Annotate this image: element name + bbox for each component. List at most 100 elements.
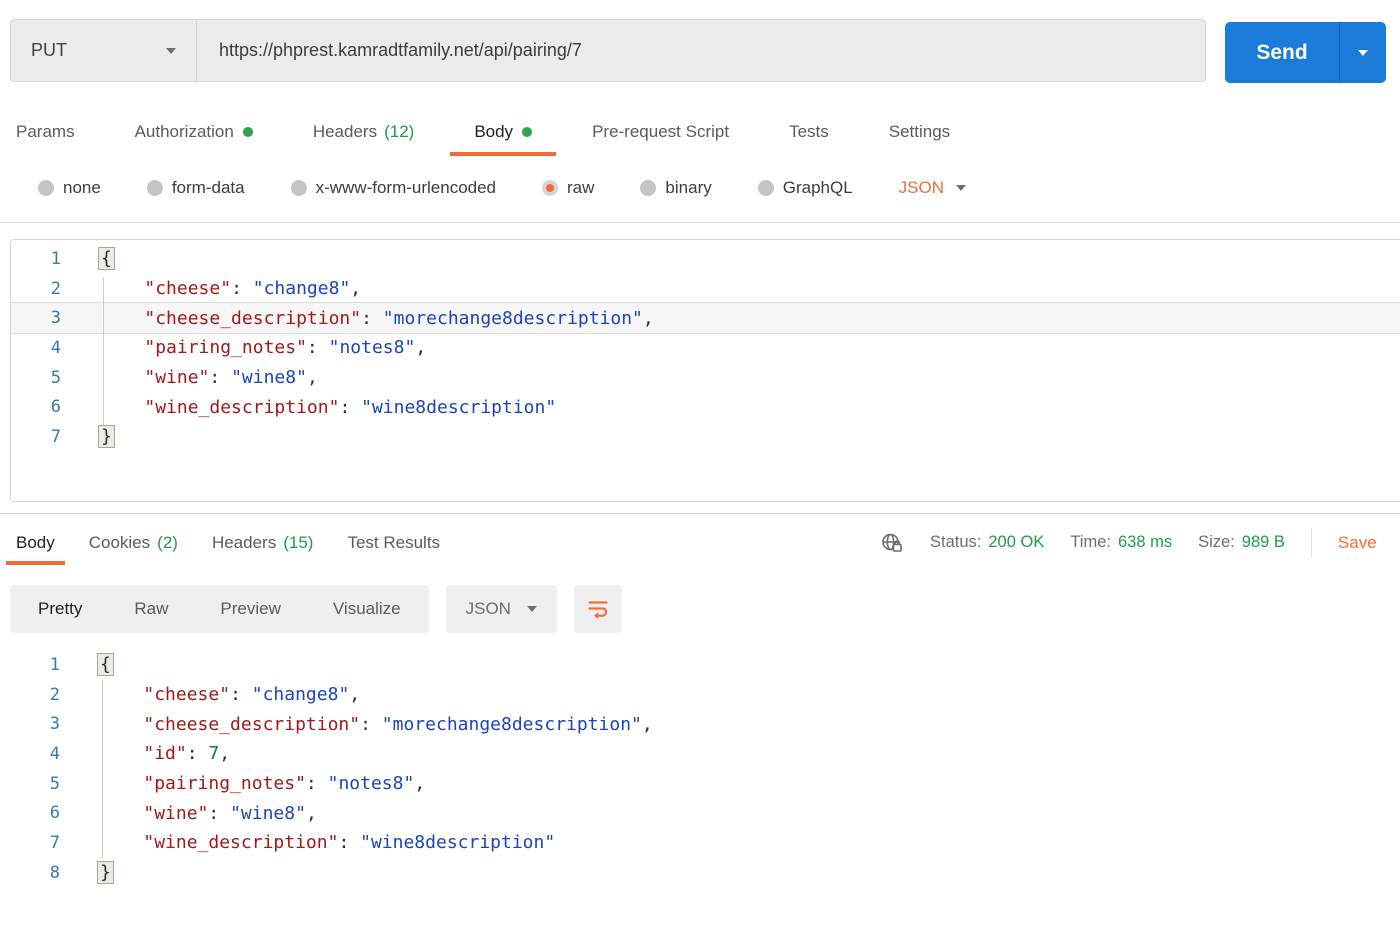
line-number: 7: [50, 426, 61, 447]
response-tabs: Body Cookies (2) Headers (15) Test Results: [6, 520, 450, 565]
code-text: "pairing_notes": "notes8",: [144, 337, 427, 359]
line-number: 2: [50, 278, 61, 299]
tab-body[interactable]: Body: [450, 108, 556, 156]
status-indicator: Status: 200 OK: [930, 533, 1044, 552]
tab-label: Settings: [888, 122, 951, 141]
size-label: Size:: [1198, 533, 1235, 551]
tab-pre-request-script[interactable]: Pre-request Script: [568, 108, 753, 156]
line-number: 8: [49, 862, 60, 883]
tab-label: Headers: [312, 122, 378, 141]
view-preview[interactable]: Preview: [194, 585, 306, 633]
status-label: Status:: [930, 533, 982, 551]
body-type-raw[interactable]: raw: [542, 178, 594, 198]
code-line: 3 "cheese_description": "morechange8desc…: [10, 709, 1400, 739]
section-divider: [0, 513, 1400, 514]
radio-label: x-www-form-urlencoded: [315, 178, 497, 197]
line-number: 4: [49, 743, 60, 764]
tab-label: Headers: [211, 532, 277, 552]
code-text: }: [98, 425, 115, 449]
green-dot-icon: [242, 127, 253, 137]
green-dot-icon: [522, 127, 533, 137]
code-text: "cheese": "change8",: [144, 278, 362, 300]
response-format-label: JSON: [465, 599, 511, 618]
code-text: "cheese_description": "morechange8descri…: [144, 307, 654, 329]
response-body-viewer[interactable]: 1{2 "cheese": "change8", 3 "cheese_descri…: [10, 650, 1400, 888]
view-raw[interactable]: Raw: [108, 585, 194, 633]
tab-label: Body: [474, 122, 514, 141]
code-line: 3 "cheese_description": "morechange8desc…: [11, 303, 1400, 334]
response-tab-headers[interactable]: Headers (15): [202, 520, 324, 565]
tab-settings[interactable]: Settings: [865, 108, 974, 156]
send-button[interactable]: Send: [1225, 22, 1386, 83]
line-number: 1: [49, 654, 60, 675]
code-line: 7}: [11, 422, 1400, 452]
tab-tests[interactable]: Tests: [765, 108, 853, 156]
radio-label: none: [63, 178, 101, 197]
tab-authorization[interactable]: Authorization: [111, 108, 277, 156]
tab-count: (15): [283, 532, 314, 552]
body-type-form-data[interactable]: form-data: [146, 178, 245, 198]
line-number: 2: [49, 684, 60, 705]
globe-lock-icon[interactable]: [880, 531, 904, 555]
body-type-none[interactable]: none: [38, 178, 101, 198]
code-text: "wine_description": "wine8description": [143, 832, 556, 854]
response-tab-cookies[interactable]: Cookies (2): [79, 520, 188, 565]
code-text: "cheese": "change8",: [143, 684, 361, 706]
code-line: 8}: [10, 858, 1400, 888]
method-select[interactable]: PUT: [11, 20, 197, 81]
response-tab-body[interactable]: Body: [6, 520, 65, 565]
radio-icon: [290, 180, 307, 196]
wrap-lines-button[interactable]: [573, 585, 622, 633]
code-text: "wine": "wine8",: [144, 367, 318, 389]
code-line: 5 "pairing_notes": "notes8",: [10, 769, 1400, 799]
code-text: }: [97, 861, 114, 885]
tab-count: (2): [157, 532, 178, 552]
radio-icon: [146, 180, 163, 196]
view-visualize[interactable]: Visualize: [307, 585, 427, 633]
request-body-editor[interactable]: 1 {2 "cheese": "change8", 3 "cheese_descri…: [10, 239, 1400, 502]
body-format-select[interactable]: JSON: [899, 178, 967, 198]
save-response-button[interactable]: Save: [1338, 533, 1377, 553]
divider: [1310, 527, 1312, 558]
line-number: 3: [49, 714, 60, 735]
code-line: 4 "id": 7,: [10, 739, 1400, 769]
chevron-down-icon: [166, 47, 176, 54]
line-number: 6: [50, 397, 61, 418]
time-value: 638 ms: [1117, 533, 1173, 551]
response-toolbar: Pretty Raw Preview Visualize JSON: [10, 585, 622, 633]
response-tab-test-results[interactable]: Test Results: [337, 520, 450, 565]
tab-headers[interactable]: Headers (12): [289, 108, 439, 156]
chevron-down-icon: [956, 185, 967, 191]
code-text: "pairing_notes": "notes8",: [143, 773, 426, 795]
radio-icon: [640, 180, 657, 196]
send-options-button[interactable]: [1340, 22, 1386, 83]
tab-params[interactable]: Params: [16, 108, 99, 156]
code-text: {: [98, 247, 115, 271]
tab-count: (12): [384, 122, 415, 141]
chevron-down-icon: [1358, 49, 1368, 56]
view-pretty[interactable]: Pretty: [12, 585, 108, 633]
bracket-highlight: }: [97, 861, 114, 885]
tab-label: Authorization: [134, 122, 234, 141]
body-type-binary[interactable]: binary: [640, 178, 712, 198]
request-tabs: Params Authorization Headers (12) Body Pre-re…: [16, 108, 974, 156]
body-type-row: none form-data x-www-form-urlencoded raw bin…: [38, 163, 967, 213]
send-button-label: Send: [1256, 40, 1308, 64]
tab-label: Cookies: [88, 532, 151, 552]
line-number: 1: [50, 248, 61, 269]
body-type-graphql[interactable]: GraphQL: [757, 178, 853, 198]
line-number: 3: [50, 308, 61, 329]
tab-label: Test Results: [347, 532, 441, 552]
line-number: 7: [49, 832, 60, 853]
url-input[interactable]: https://phprest.kamradtfamily.net/api/pa…: [197, 20, 1205, 81]
bracket-highlight: }: [98, 425, 115, 449]
body-type-x-www-form-urlencoded[interactable]: x-www-form-urlencoded: [290, 178, 497, 198]
line-number: 4: [50, 337, 61, 358]
radio-icon: [757, 180, 774, 196]
radio-label: binary: [665, 178, 712, 197]
code-text: "id": 7,: [143, 743, 231, 765]
response-format-select[interactable]: JSON: [445, 585, 557, 633]
radio-label: form-data: [171, 178, 245, 197]
line-number: 5: [49, 773, 60, 794]
code-line: 6 "wine_description": "wine8description": [11, 392, 1400, 422]
